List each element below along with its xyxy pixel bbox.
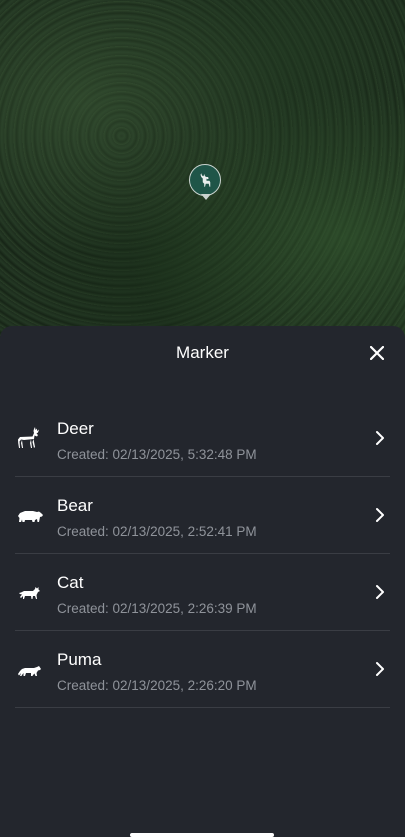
deer-icon [200, 173, 211, 187]
marker-created: Created: 02/13/2025, 2:26:20 PM [57, 678, 257, 693]
home-indicator [130, 833, 274, 837]
puma-icon [18, 666, 41, 676]
chevron-right-icon [376, 662, 384, 676]
sheet-header: Marker [0, 326, 405, 380]
list-item-deer[interactable]: Deer Created: 02/13/2025, 5:32:48 PM [15, 400, 390, 477]
chevron-right-icon [376, 508, 384, 522]
chevron-right-icon [376, 431, 384, 445]
marker-bottom-sheet: Marker Deer Created: 02/13/2025, 5:32:48… [0, 326, 405, 837]
list-item-puma[interactable]: Puma Created: 02/13/2025, 2:26:20 PM [15, 631, 390, 708]
marker-created: Created: 02/13/2025, 2:26:39 PM [57, 601, 257, 616]
list-item-cat[interactable]: Cat Created: 02/13/2025, 2:26:39 PM [15, 554, 390, 631]
marker-name: Bear [57, 496, 93, 515]
sheet-title: Marker [176, 343, 229, 362]
list-item-bear[interactable]: Bear Created: 02/13/2025, 2:52:41 PM [15, 477, 390, 554]
close-button[interactable] [367, 343, 387, 363]
close-icon [370, 346, 384, 360]
marker-name: Deer [57, 419, 94, 438]
marker-name: Puma [57, 650, 102, 669]
chevron-right-icon [376, 585, 384, 599]
marker-list: Deer Created: 02/13/2025, 5:32:48 PM Bea… [15, 400, 390, 708]
marker-created: Created: 02/13/2025, 2:52:41 PM [57, 524, 257, 539]
cat-icon [19, 587, 40, 599]
bear-icon [18, 511, 43, 522]
marker-name: Cat [57, 573, 84, 592]
deer-icon [18, 427, 39, 448]
map-marker-deer[interactable] [189, 164, 221, 200]
marker-created: Created: 02/13/2025, 5:32:48 PM [57, 447, 257, 462]
satellite-map[interactable] [0, 0, 405, 340]
